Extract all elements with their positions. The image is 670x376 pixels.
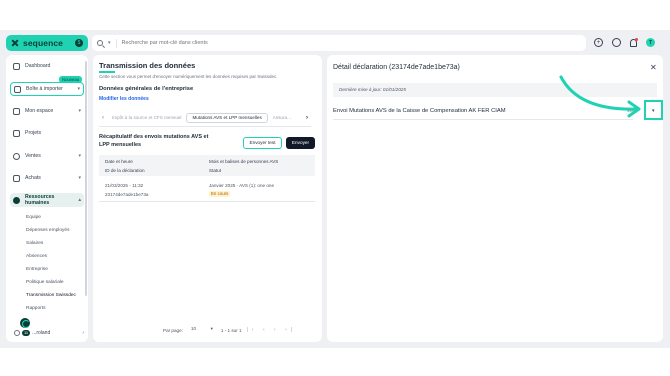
table-row-divider [99, 201, 315, 202]
sidebar-item-ressources-humaines[interactable]: Ressources humaines ▴ [10, 193, 84, 207]
app-window: sequence $ ▾ + T Dashboard Nouveau Boîte… [0, 30, 670, 348]
tab-impot-source[interactable]: Impôt à la source et CFS mensuel [107, 113, 186, 123]
modify-data-link[interactable]: Modifier les données [99, 96, 149, 102]
logo-mark-icon [11, 39, 19, 47]
sidebar-item-label: Achats [25, 175, 41, 181]
page-nav-icons[interactable]: |‹ ‹ › ›| [247, 327, 296, 333]
chevron-left-icon[interactable]: ‹ [99, 115, 107, 121]
chevron-right-icon[interactable]: › [303, 115, 311, 121]
clock-icon[interactable] [612, 38, 621, 47]
close-icon[interactable]: ✕ [650, 63, 657, 72]
sidebar-sub-absences[interactable]: Absences [26, 254, 47, 259]
currency-badge: $ [75, 39, 83, 47]
tag-icon [13, 152, 20, 160]
sidebar-sub-politique[interactable]: Politique salariale [26, 280, 64, 285]
search-input[interactable] [121, 40, 562, 46]
recap-title: Récapitulatif des envois mutations AVS e… [99, 134, 209, 148]
highlight-box [644, 100, 663, 120]
chevron-down-icon: ▾ [78, 153, 81, 159]
column-header: Date et heure [105, 159, 133, 164]
assistant-icon[interactable] [20, 318, 30, 328]
sidebar-item-achats[interactable]: Achats ▾ [10, 171, 84, 185]
column-header: Mois et balises de personnes AVS [209, 159, 279, 164]
sidebar-sub-entreprise[interactable]: Entreprise [26, 267, 48, 272]
section-title: Données générales de l'entreprise [99, 86, 194, 92]
sidebar-item-label: Projets [25, 130, 42, 136]
header-actions: + T [594, 37, 655, 47]
page-description: Cette section vous permet d'envoyer numé… [99, 74, 278, 79]
count-badge: 11 [22, 330, 31, 336]
tab-assurances[interactable]: Assura... [268, 113, 296, 123]
check-square-icon [13, 129, 20, 137]
per-page-value: 10 [190, 326, 197, 331]
sidebar-item-import[interactable]: Boîte à importer ▾ [10, 82, 84, 96]
sidebar-sub-swissdec[interactable]: Transmission Swissdec [26, 293, 76, 298]
chevron-down-icon: ▾ [210, 326, 213, 331]
sidebar-user[interactable]: 11 ...roland › [14, 329, 84, 337]
user-avatar[interactable]: T [646, 38, 655, 47]
tab-mutations-avs[interactable]: Mutations AVS et LPP mensuelles [186, 113, 268, 123]
sidebar-item-mon-espace[interactable]: Mon espace ▾ [10, 104, 84, 118]
chevron-right-icon: › [82, 330, 84, 336]
home-icon [13, 62, 20, 70]
cell-declaration-id[interactable]: 23174de7ade1be73a [105, 192, 148, 197]
chevron-down-icon: ▾ [78, 108, 81, 114]
notification-dot [635, 37, 638, 41]
sidebar: Dashboard Nouveau Boîte à importer ▾ Mon… [6, 55, 88, 342]
per-page-label: Par page: [163, 327, 183, 333]
cell-date[interactable]: 21/03/2025 - 11:32 [105, 183, 143, 188]
sidebar-scrollbar[interactable] [85, 61, 87, 296]
sidebar-item-ventes[interactable]: Ventes ▾ [10, 149, 84, 163]
user-name: ...roland [32, 330, 51, 336]
main-panel: Transmission des données Cette section v… [93, 55, 322, 342]
sidebar-item-label: Mon espace [25, 108, 54, 114]
title-underline [99, 71, 115, 73]
bell-icon[interactable] [630, 37, 638, 47]
sidebar-item-dashboard[interactable]: Dashboard [10, 59, 84, 73]
sidebar-item-projets[interactable]: Projets [10, 126, 84, 140]
tab-bar: ‹ Impôt à la source et CFS mensuel Mutat… [99, 112, 311, 124]
column-header: Statut [209, 168, 222, 173]
sidebar-sub-equipe[interactable]: Equipe [26, 215, 41, 220]
sidebar-item-label: Ventes [25, 153, 41, 159]
chevron-down-icon[interactable]: ▾ [108, 40, 111, 46]
sidebar-sub-depenses[interactable]: Dépenses employés [26, 228, 69, 233]
sidebar-item-label: Ressources humaines [25, 194, 55, 206]
tab-list: Impôt à la source et CFS mensuel Mutatio… [107, 113, 303, 123]
sidebar-sub-rapports[interactable]: Rapports [26, 306, 45, 311]
cell-month[interactable]: Janvier 2025 · AVS (1): one one [209, 183, 274, 188]
detail-panel: Détail déclaration (23174de7ade1be73a) ✕… [327, 55, 663, 342]
plus-circle-icon[interactable]: + [594, 38, 603, 47]
logo-text: sequence [23, 38, 64, 48]
sidebar-sub-salaires[interactable]: Salaires [26, 241, 43, 246]
cart-icon [13, 174, 20, 182]
search-bar[interactable]: ▾ [92, 35, 586, 51]
chevron-down-icon: ▾ [78, 175, 81, 181]
send-test-button[interactable]: Envoyer test [243, 137, 282, 149]
page-range: 1 - 1 sur 1 [220, 327, 242, 333]
divider [99, 126, 311, 127]
detail-title: Détail déclaration (23174de7ade1be73a) [333, 64, 460, 71]
sequence-logo[interactable]: sequence $ [6, 35, 88, 51]
send-button[interactable]: Envoyer [286, 137, 315, 149]
column-header: ID de la déclaration [105, 168, 145, 173]
sidebar-item-label: Boîte à importer [26, 86, 63, 92]
page-title: Transmission des données [99, 61, 196, 70]
user-icon [14, 330, 20, 336]
people-icon [13, 196, 20, 204]
search-icon [97, 40, 103, 46]
sidebar-item-label: Dashboard [25, 63, 51, 69]
per-page-select[interactable]: 10 ▾ [188, 326, 216, 334]
status-badge: En cours [209, 191, 231, 197]
chevron-up-icon: ▴ [78, 197, 81, 203]
divider [115, 38, 117, 48]
inbox-icon [14, 85, 21, 93]
chevron-down-icon: ▾ [77, 86, 80, 92]
wallet-icon [13, 107, 20, 115]
pagination: Par page: 10 ▾ 1 - 1 sur 1 |‹ ‹ › ›| [163, 326, 296, 334]
